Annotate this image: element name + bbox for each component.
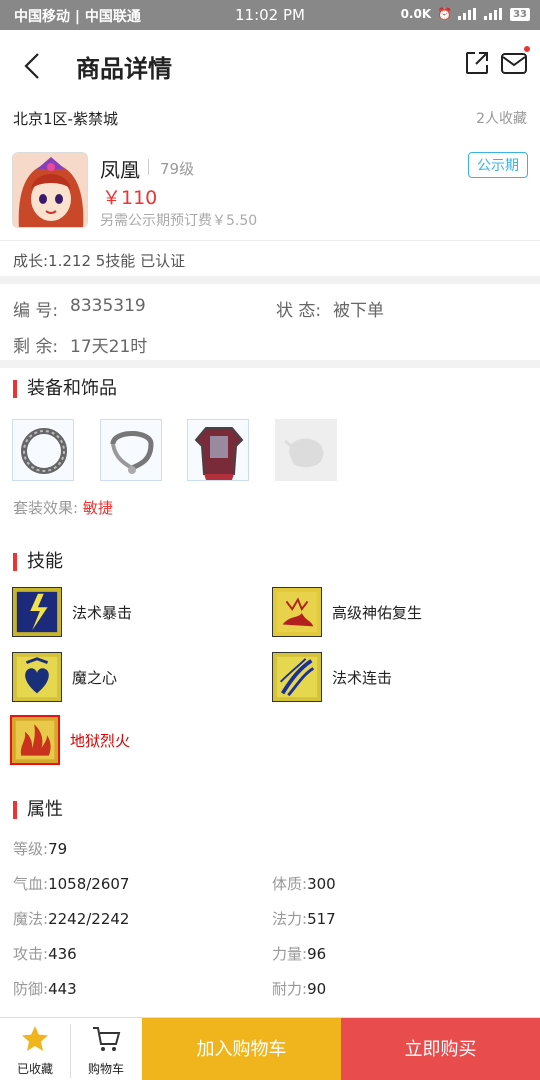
message-icon[interactable] [500, 50, 528, 76]
signal-icon [458, 8, 478, 20]
skills-title: 技能 [13, 553, 63, 571]
revive-icon [272, 587, 322, 637]
alarm-icon: ⏰ [437, 7, 453, 21]
attr-mp: 魔法:2242/2242 [13, 910, 130, 928]
attr-attack: 攻击:436 [13, 945, 77, 963]
favorite-label: 已收藏 [16, 1062, 53, 1076]
equipment-slot-3[interactable] [187, 419, 249, 481]
divider [148, 159, 149, 175]
page-title: 商品详情 [76, 55, 172, 83]
back-arrow-icon[interactable] [18, 50, 48, 82]
skill-item[interactable]: 法术暴击 [12, 587, 132, 637]
cart-icon [93, 1027, 121, 1051]
skill-label: 地狱烈火 [70, 731, 131, 750]
attr-endurance: 耐力:90 [272, 980, 327, 998]
remaining-label: 剩 余: [13, 337, 59, 357]
equipment-slot-4[interactable] [275, 419, 337, 481]
skill-item-highlighted[interactable]: 地狱烈火 [10, 715, 130, 765]
skill-item[interactable]: 高级神佑复生 [272, 587, 422, 637]
role-level: 79级 [160, 160, 195, 178]
attr-magic: 法力:517 [272, 910, 336, 928]
attributes-title: 属性 [13, 801, 63, 819]
equipment-title: 装备和饰品 [13, 380, 117, 398]
suit-effect-label: 套装效果: [13, 499, 79, 517]
suit-effect: 套装效果: 敏捷 [13, 497, 113, 518]
section-divider [0, 276, 540, 284]
skill-item[interactable]: 法术连击 [272, 652, 392, 702]
role-price: ￥110 [102, 187, 158, 209]
share-icon[interactable] [464, 50, 490, 76]
skill-item[interactable]: 魔之心 [12, 652, 117, 702]
info-block: 编 号: 8335319 状 态: 被下单 剩 余: 17天21时 [0, 284, 540, 360]
skill-label: 魔之心 [72, 668, 118, 687]
cart-label: 购物车 [87, 1062, 124, 1076]
equipment-slot-1[interactable] [12, 419, 74, 481]
section-divider [0, 360, 540, 368]
growth-text: 成长:1.212 5技能 已认证 [13, 252, 186, 270]
server-row: 北京1区-紫禁城 2人收藏 [0, 102, 540, 134]
hellfire-icon [10, 715, 60, 765]
attr-strength: 力量:96 [272, 945, 327, 963]
buy-now-button[interactable]: 立即购买 [341, 1018, 540, 1080]
attr-hp: 气血:1058/2607 [13, 875, 130, 893]
skill-label: 法术暴击 [72, 603, 133, 622]
bottom-action-bar: 已收藏 购物车 加入购物车 立即购买 [0, 1017, 540, 1080]
notification-dot [524, 46, 530, 52]
favorite-button[interactable]: 已收藏 [0, 1018, 70, 1080]
server-name: 北京1区-紫禁城 [13, 110, 118, 128]
attr-defense: 防御:443 [13, 980, 77, 998]
star-icon [22, 1026, 48, 1051]
status-bar: 中国移动 | 中国联通 11:02 PM 0.0K ⏰ 33 [0, 0, 540, 30]
role-avatar[interactable] [12, 152, 88, 228]
battery-icon: 33 [510, 7, 530, 21]
status-value: 被下单 [333, 301, 384, 321]
bracelet-icon [110, 431, 154, 474]
suit-effect-value: 敏捷 [82, 499, 113, 517]
equipment-slot-2[interactable] [100, 419, 162, 481]
cart-button[interactable]: 购物车 [71, 1018, 141, 1080]
add-to-cart-button[interactable]: 加入购物车 [142, 1018, 341, 1080]
id-value: 8335319 [70, 296, 146, 316]
fee-note: 另需公示期预订费￥5.50 [100, 213, 258, 229]
role-summary: 凤凰 79级 ￥110 另需公示期预订费￥5.50 公示期 [12, 150, 528, 230]
status-badge: 公示期 [468, 152, 528, 178]
skill-label: 法术连击 [332, 668, 393, 687]
empty-slot-icon [284, 438, 324, 468]
signal-icon [484, 8, 504, 20]
top-nav: 商品详情 [0, 30, 540, 102]
growth-row: 成长:1.212 5技能 已认证 [0, 240, 540, 276]
remaining-value: 17天21时 [70, 337, 148, 357]
spell-combo-icon [272, 652, 322, 702]
network-speed: 0.0K [400, 7, 432, 21]
favorite-count: 2人收藏 [476, 111, 527, 127]
status-label: 状 态: [276, 301, 322, 321]
id-label: 编 号: [13, 301, 59, 321]
armor-icon [194, 427, 244, 480]
demon-heart-icon [12, 652, 62, 702]
necklace-ring-icon [21, 428, 67, 474]
spell-crit-icon [12, 587, 62, 637]
attr-level: 等级:79 [13, 840, 68, 858]
status-icons: 0.0K ⏰ 33 [401, 7, 530, 21]
role-name: 凤凰 [100, 158, 140, 182]
skill-label: 高级神佑复生 [332, 603, 423, 622]
attr-constitution: 体质:300 [272, 875, 336, 893]
